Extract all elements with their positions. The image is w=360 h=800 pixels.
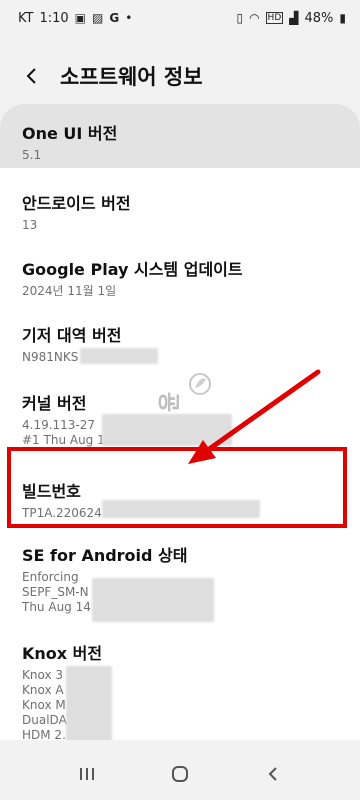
recents-icon xyxy=(79,768,94,780)
back-icon xyxy=(268,767,278,781)
back-nav-button[interactable] xyxy=(253,754,293,794)
navigation-bar xyxy=(0,748,360,800)
home-button[interactable] xyxy=(160,754,200,794)
recents-button[interactable] xyxy=(67,754,107,794)
arrow-annotation xyxy=(188,369,321,464)
home-icon xyxy=(171,766,188,782)
